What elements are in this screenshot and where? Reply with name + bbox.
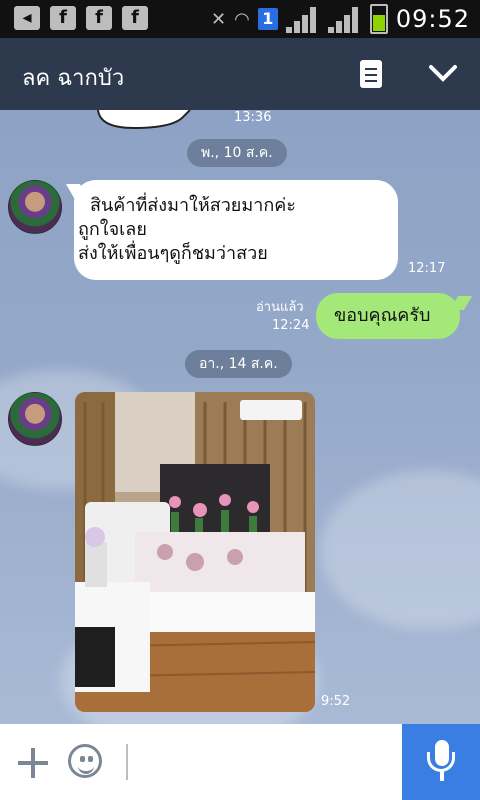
date-divider: พ., 10 ส.ค.: [187, 139, 287, 167]
back-icon: ◂: [14, 6, 40, 30]
incoming-message[interactable]: สินค้าที่ส่งมาให้สวยมากค่ะ ถูกใจเลย ส่งใ…: [74, 180, 398, 280]
message-input-bar: [0, 724, 480, 800]
sim-badge: 1: [257, 8, 278, 30]
avatar[interactable]: [8, 392, 62, 446]
message-time: 13:36: [234, 110, 272, 125]
notification-icons: ◂ f f f: [14, 6, 148, 30]
photo-message[interactable]: [75, 392, 315, 712]
status-bar: ◂ f f f ✕ ◠ 1 09:52: [0, 0, 480, 38]
mute-icon: ✕: [211, 8, 227, 30]
message-time: 12:17: [408, 261, 446, 276]
message-line: ถูกใจเลย: [78, 219, 147, 240]
emoji-icon[interactable]: [68, 744, 102, 778]
date-divider: อา., 14 ส.ค.: [185, 350, 292, 378]
signal-icon: [327, 5, 362, 33]
message-time: 9:52: [321, 694, 351, 709]
signal-icon: [285, 5, 320, 33]
message-text: ขอบคุณครับ: [334, 305, 431, 326]
facebook-icon: f: [50, 6, 76, 30]
system-icons: ✕ ◠ 1 09:52: [211, 4, 470, 34]
bedroom-photo: [75, 392, 315, 712]
facebook-icon: f: [86, 6, 112, 30]
outgoing-message[interactable]: ขอบคุณครับ: [316, 293, 460, 339]
message-line: ส่งให้เพื่อนๆดูก็ชมว่าสวย: [78, 243, 268, 264]
clock: 09:52: [395, 5, 470, 33]
chat-header: ลค ฉากบัว: [0, 38, 480, 110]
message-time: 12:24: [272, 318, 310, 333]
bubble-tail: [449, 296, 473, 310]
chat-title: ลค ฉากบัว: [22, 66, 125, 91]
message-input[interactable]: [126, 744, 128, 780]
plus-icon[interactable]: [16, 746, 50, 780]
avatar[interactable]: [8, 180, 62, 234]
battery-icon: [369, 4, 388, 34]
wifi-icon: ◠: [234, 8, 250, 30]
chevron-down-icon[interactable]: [428, 62, 458, 84]
message-line: สินค้าที่ส่งมาให้สวยมากค่ะ: [90, 195, 296, 216]
notes-icon[interactable]: [360, 60, 382, 88]
chat-area[interactable]: 13:36 พ., 10 ส.ค. สินค้าที่ส่งมาให้สวยมา…: [0, 110, 480, 724]
sticker-image: [97, 110, 191, 130]
microphone-button[interactable]: [402, 724, 480, 800]
facebook-icon: f: [122, 6, 148, 30]
read-receipt: อ่านแล้ว: [256, 300, 304, 315]
